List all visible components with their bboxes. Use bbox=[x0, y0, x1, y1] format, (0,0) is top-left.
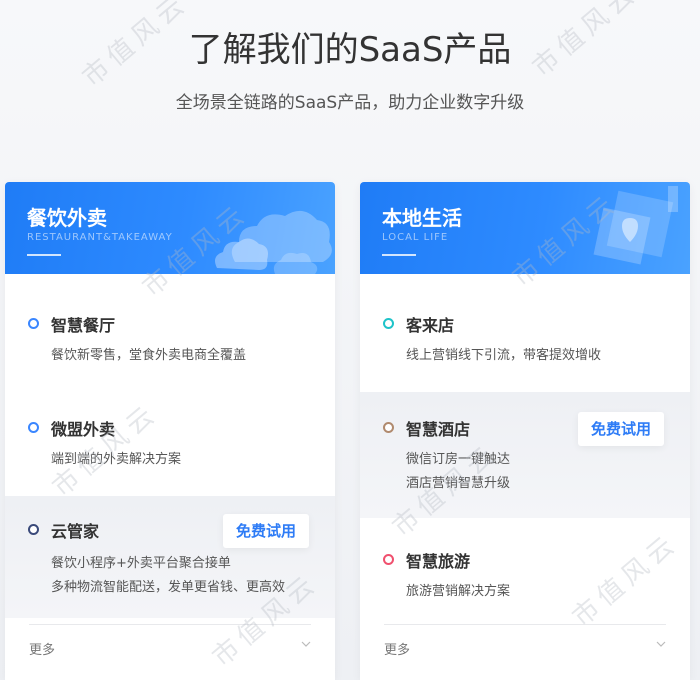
card-header: 餐饮外卖 RESTAURANT&TAKEAWAY bbox=[5, 182, 335, 274]
more-label[interactable]: 更多 bbox=[384, 639, 410, 658]
product-item-smart-travel[interactable]: 智慧旅游 旅游营销解决方案 bbox=[360, 518, 690, 624]
card-header: 本地生活 LOCAL LIFE bbox=[360, 182, 690, 274]
free-trial-button[interactable]: 免费试用 bbox=[578, 412, 664, 446]
product-item-kelaidian[interactable]: 客来店 线上营销线下引流，带客提效增收 bbox=[360, 274, 690, 378]
location-illustration-icon bbox=[593, 186, 678, 265]
product-desc: 餐饮新零售，堂食外卖电商全覆盖 bbox=[51, 348, 247, 363]
product-title[interactable]: 客来店 bbox=[406, 312, 454, 336]
more-link[interactable]: 更多 bbox=[29, 624, 311, 658]
more-link[interactable]: 更多 bbox=[384, 624, 666, 658]
product-title[interactable]: 微盟外卖 bbox=[51, 416, 115, 440]
bullet-dot-icon bbox=[383, 554, 394, 565]
product-title[interactable]: 云管家 bbox=[51, 518, 99, 542]
product-item-weimeng-takeaway[interactable]: 微盟外卖 端到端的外卖解决方案 bbox=[5, 378, 335, 486]
chevron-down-icon bbox=[656, 641, 666, 647]
free-trial-button[interactable]: 免费试用 bbox=[223, 514, 309, 548]
chevron-down-icon bbox=[301, 641, 311, 647]
product-desc: 旅游营销解决方案 bbox=[406, 584, 511, 599]
page-subtitle: 全场景全链路的SaaS产品，助力企业数字升级 bbox=[175, 93, 525, 113]
more-label[interactable]: 更多 bbox=[29, 639, 55, 658]
product-desc: 餐饮小程序+外卖平台聚合接单 bbox=[51, 556, 231, 571]
product-desc: 端到端的外卖解决方案 bbox=[51, 452, 182, 467]
bullet-dot-icon bbox=[28, 318, 39, 329]
bullet-dot-icon bbox=[28, 524, 39, 535]
product-title[interactable]: 智慧酒店 bbox=[406, 416, 470, 440]
card-restaurant-takeaway: 餐饮外卖 RESTAURANT&TAKEAWAY 智慧餐厅 餐饮新零售，堂食外卖… bbox=[5, 182, 335, 680]
card-title: 餐饮外卖 bbox=[27, 206, 107, 230]
product-desc: 酒店营销智慧升级 bbox=[406, 476, 511, 491]
title-underline bbox=[382, 254, 416, 256]
product-title[interactable]: 智慧餐厅 bbox=[51, 312, 115, 336]
bullet-dot-icon bbox=[383, 422, 394, 433]
page-title: 了解我们的SaaS产品 bbox=[188, 30, 512, 70]
product-item-smart-hotel[interactable]: 智慧酒店 免费试用 微信订房一键触达 酒店营销智慧升级 bbox=[360, 392, 690, 518]
card-subtitle: LOCAL LIFE bbox=[382, 232, 449, 243]
product-title[interactable]: 智慧旅游 bbox=[406, 548, 470, 572]
product-item-cloud-steward[interactable]: 云管家 免费试用 餐饮小程序+外卖平台聚合接单 多种物流智能配送，发单更省钱、更… bbox=[5, 496, 335, 618]
cloud-illustration-icon bbox=[215, 210, 332, 274]
product-desc: 多种物流智能配送，发单更省钱、更高效 bbox=[51, 580, 286, 595]
product-desc: 微信订房一键触达 bbox=[406, 452, 511, 467]
bullet-dot-icon bbox=[383, 318, 394, 329]
card-title: 本地生活 bbox=[382, 206, 462, 230]
product-desc: 线上营销线下引流，带客提效增收 bbox=[406, 348, 602, 363]
card-subtitle: RESTAURANT&TAKEAWAY bbox=[27, 232, 173, 243]
title-underline bbox=[27, 254, 61, 256]
bullet-dot-icon bbox=[28, 422, 39, 433]
product-item-smart-restaurant[interactable]: 智慧餐厅 餐饮新零售，堂食外卖电商全覆盖 bbox=[5, 274, 335, 378]
card-local-life: 本地生活 LOCAL LIFE 客来店 线上营销线下引流，带客提效增收 智慧酒店… bbox=[360, 182, 690, 680]
